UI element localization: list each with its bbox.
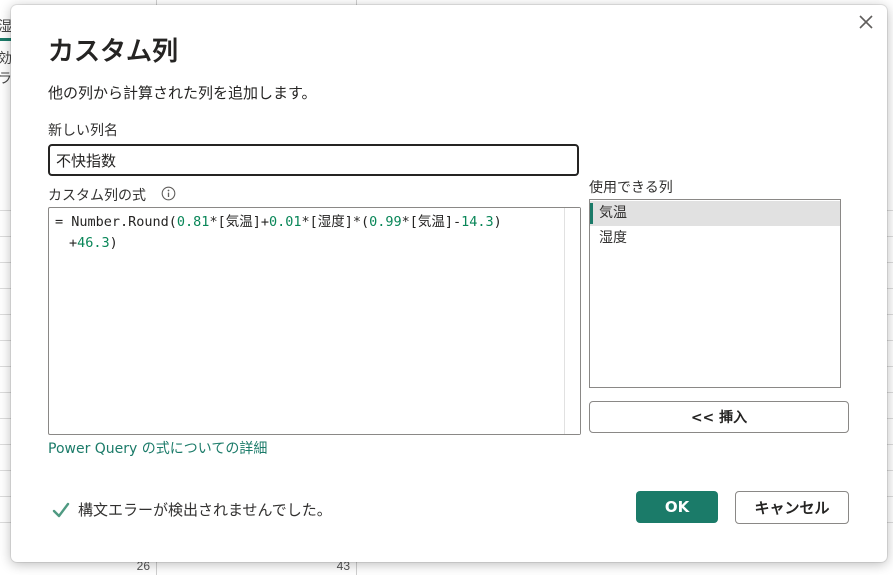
cancel-button[interactable]: キャンセル bbox=[735, 491, 849, 524]
close-button[interactable] bbox=[855, 11, 877, 33]
dialog-description: 他の列から計算された列を追加します。 bbox=[48, 84, 317, 102]
custom-column-dialog: カスタム列 他の列から計算された列を追加します。 新しい列名 カスタム列の式 =… bbox=[11, 5, 887, 562]
close-icon bbox=[859, 15, 873, 29]
formula-editor[interactable]: = Number.Round(0.81*[気温]+0.01*[湿度]*(0.99… bbox=[48, 207, 581, 435]
new-column-name-input[interactable] bbox=[48, 144, 579, 176]
formula-token: + bbox=[69, 235, 78, 251]
learn-more-link[interactable]: Power Query の式についての詳細 bbox=[48, 438, 267, 458]
syntax-status-text: 構文エラーが検出されませんでした。 bbox=[78, 501, 332, 519]
checkmark-icon bbox=[52, 502, 70, 517]
formula-number-token: 0.01 bbox=[268, 214, 302, 230]
formula-number-token: 0.99 bbox=[369, 214, 402, 230]
syntax-status: 構文エラーが検出されませんでした。 bbox=[51, 499, 332, 520]
insert-button[interactable]: << 挿入 bbox=[589, 401, 849, 433]
formula-text: = Number.Round(0.81*[気温]+0.01*[湿度]*(0.99… bbox=[55, 212, 555, 254]
formula-token: *[気温]- bbox=[401, 214, 462, 230]
formula-number-token: 0.81 bbox=[176, 214, 210, 230]
info-icon[interactable] bbox=[161, 186, 176, 201]
available-columns-label: 使用できる列 bbox=[589, 180, 673, 196]
formula-token: ) bbox=[493, 214, 502, 230]
ok-button[interactable]: OK bbox=[636, 491, 718, 523]
formula-scrollbar[interactable] bbox=[564, 208, 580, 434]
formula-label: カスタム列の式 bbox=[48, 188, 146, 204]
formula-number-token: 14.3 bbox=[461, 214, 494, 230]
formula-token: *[湿度]*( bbox=[301, 214, 370, 230]
dialog-title: カスタム列 bbox=[48, 37, 179, 67]
available-column-item[interactable]: 湿度 bbox=[590, 226, 840, 251]
formula-line-2: +46.3) bbox=[55, 233, 555, 254]
available-columns-list[interactable]: 気温 湿度 bbox=[589, 199, 841, 388]
formula-token: ) bbox=[109, 235, 118, 251]
formula-token: = Number.Round( bbox=[55, 214, 177, 230]
available-column-item[interactable]: 気温 bbox=[590, 201, 840, 226]
new-column-name-label: 新しい列名 bbox=[48, 123, 118, 139]
formula-line-1: = Number.Round(0.81*[気温]+0.01*[湿度]*(0.99… bbox=[55, 212, 555, 233]
formula-token: *[気温]+ bbox=[209, 214, 269, 230]
formula-number-token: 46.3 bbox=[77, 235, 110, 251]
